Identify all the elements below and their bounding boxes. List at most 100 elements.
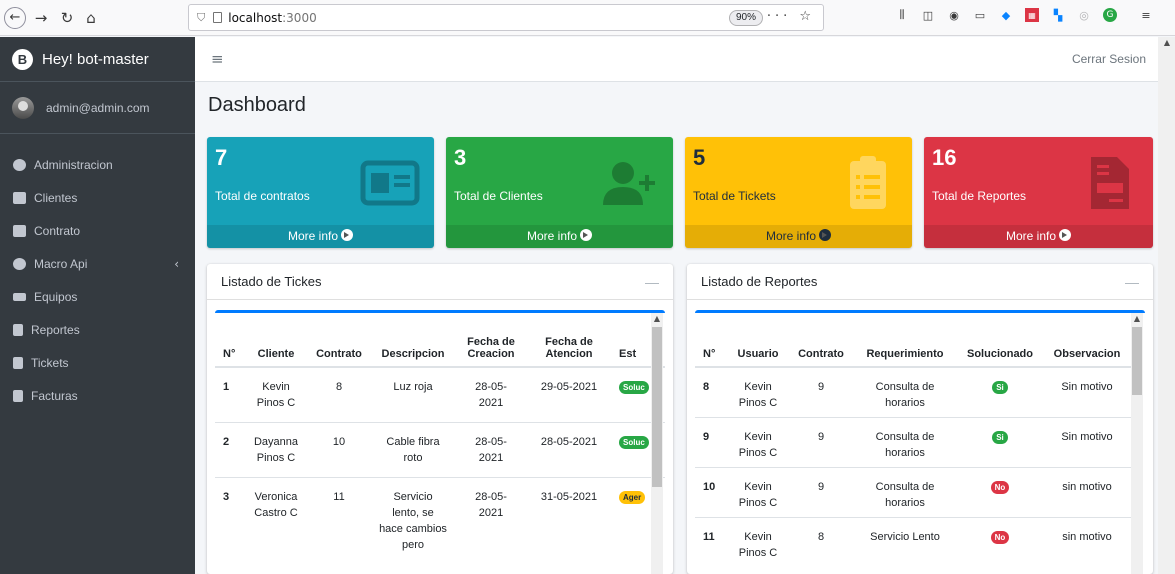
scroll-thumb[interactable] — [652, 327, 662, 487]
clipboard-icon — [13, 356, 23, 369]
column-header[interactable]: Fecha de Creacion — [455, 313, 527, 368]
cell-n: 3 — [215, 477, 245, 564]
tickets-card: Listado de Tickes — N° Cliente Contrato … — [207, 264, 673, 574]
page-title: Dashboard — [208, 94, 306, 116]
user-name[interactable]: admin@admin.com — [46, 101, 150, 115]
cell-observacion: Sin motivo — [1043, 417, 1131, 468]
cell-solucionado: Si — [957, 366, 1043, 418]
table-row[interactable]: 2 Dayanna Pinos C 10 Cable fibra roto 28… — [215, 422, 665, 478]
cell-n: 11 — [695, 517, 727, 567]
id-card-icon — [13, 224, 26, 237]
card-header: Listado de Reportes — — [687, 264, 1153, 300]
page-scrollbar[interactable]: ▲ — [1158, 37, 1175, 574]
more-info-link[interactable]: More info — [446, 225, 673, 248]
extensions-bar: ⫼ ◫ ◉ ▭ ◆ ▦ ▚ ◎ G ≡ — [895, 8, 1153, 22]
home-icon[interactable]: ⌂ — [80, 7, 102, 29]
brand-link[interactable]: B Hey! bot-master — [0, 37, 195, 82]
sidebar-menu: Administracion Clientes Contrato Macro A… — [0, 148, 195, 412]
cell-contrato: 9 — [789, 467, 853, 518]
table-scrollbar[interactable]: ▲ — [651, 313, 663, 574]
cell-contrato: 8 — [789, 517, 853, 567]
more-info-link[interactable]: More info — [924, 225, 1153, 248]
table-row[interactable]: 11 Kevin Pinos C 8 Servicio Lento No sin… — [695, 517, 1131, 567]
forward-arrow-icon[interactable]: → — [30, 7, 52, 29]
sidebar-item-clientes[interactable]: Clientes — [0, 181, 195, 214]
table-row[interactable]: 3 Veronica Castro C 11 Servicio lento, s… — [215, 477, 665, 564]
cell-observacion: sin motivo — [1043, 467, 1131, 518]
cell-usuario: Kevin Pinos C — [727, 417, 789, 468]
info-box-label: Total de Tickets — [693, 189, 776, 203]
reportes-table: N° Usuario Contrato Requerimiento Soluci… — [695, 313, 1131, 567]
sidebar-toggle-icon[interactable]: ◫ — [921, 8, 935, 22]
back-arrow-icon[interactable]: ← — [4, 6, 26, 29]
zoom-level-badge[interactable]: 90% — [728, 10, 763, 26]
card-title: Listado de Tickes — [221, 274, 322, 289]
table-row[interactable]: 1 Kevin Pinos C 8 Luz roja 28-05-2021 29… — [215, 366, 665, 423]
library-icon[interactable]: ⫼ — [895, 8, 909, 22]
sidebar-item-tickets[interactable]: Tickets — [0, 346, 195, 379]
reload-icon[interactable]: ↻ — [56, 7, 78, 29]
column-header[interactable]: Contrato — [307, 313, 371, 368]
extension-arrow-icon[interactable]: ◆ — [999, 8, 1013, 22]
page-actions[interactable]: ··· ☆ — [767, 9, 815, 24]
menu-icon[interactable]: ≡ — [1139, 8, 1153, 22]
cell-n: 1 — [215, 366, 245, 423]
chevron-left-icon[interactable]: ‹ — [174, 257, 179, 271]
more-info-link[interactable]: More info — [207, 225, 434, 248]
account-icon[interactable]: ◉ — [947, 8, 961, 22]
scroll-up-arrow-icon[interactable]: ▲ — [1131, 313, 1143, 325]
table-scrollbar[interactable]: ▲ — [1131, 313, 1143, 574]
extension-red-icon[interactable]: ▦ — [1025, 8, 1039, 22]
sidebar-item-reportes[interactable]: Reportes — [0, 313, 195, 346]
minimize-icon[interactable]: — — [1125, 274, 1139, 290]
sidebar-item-facturas[interactable]: Facturas — [0, 379, 195, 412]
column-header[interactable]: Solucionado — [957, 313, 1043, 368]
column-header[interactable]: Requerimiento — [853, 313, 957, 368]
info-box-number: 7 — [215, 145, 228, 170]
user-panel[interactable]: admin@admin.com — [0, 82, 195, 134]
scroll-up-arrow-icon[interactable]: ▲ — [651, 313, 663, 325]
extension-shield-icon[interactable]: ◎ — [1077, 8, 1091, 22]
column-header[interactable]: Observacion — [1043, 313, 1131, 368]
users-icon — [13, 191, 26, 204]
column-header[interactable]: Cliente — [245, 313, 307, 368]
sidebar-item-label: Tickets — [31, 355, 69, 370]
scroll-up-arrow-icon[interactable]: ▲ — [1161, 37, 1173, 49]
table-row[interactable]: 8 Kevin Pinos C 9 Consulta de horarios S… — [695, 366, 1131, 418]
sidebar-item-label: Clientes — [34, 190, 78, 205]
column-header[interactable]: Descripcion — [371, 313, 455, 368]
sidebar-item-equipos[interactable]: Equipos — [0, 280, 195, 313]
cell-contrato: 9 — [789, 366, 853, 418]
arrow-circle-right-icon — [819, 229, 832, 241]
scroll-thumb[interactable] — [1132, 327, 1142, 395]
brand-logo-icon: B — [12, 48, 33, 70]
sidebar-item-macro-api[interactable]: Macro Api ‹ — [0, 247, 195, 280]
sidebar-item-label: Administracion — [34, 157, 113, 172]
logout-link[interactable]: Cerrar Sesion — [1072, 52, 1146, 66]
table-row[interactable]: 9 Kevin Pinos C 9 Consulta de horarios S… — [695, 417, 1131, 468]
sidebar-item-contrato[interactable]: Contrato — [0, 214, 195, 247]
column-header[interactable]: N° — [215, 313, 245, 368]
table-row[interactable]: 10 Kevin Pinos C 9 Consulta de horarios … — [695, 467, 1131, 518]
column-header[interactable]: N° — [695, 313, 727, 368]
cell-descripcion: Luz roja — [371, 366, 455, 423]
reader-icon[interactable]: ▭ — [973, 8, 987, 22]
column-header[interactable]: Usuario — [727, 313, 789, 368]
file-invoice-icon — [1091, 157, 1129, 209]
address-bar[interactable]: ⛉ localhost:3000 90% ··· ☆ — [188, 4, 824, 31]
cell-contrato: 11 — [307, 477, 371, 564]
hamburger-menu-icon[interactable]: ≡ — [211, 50, 224, 68]
column-header[interactable]: Contrato — [789, 313, 853, 368]
column-header[interactable]: Fecha de Atencion — [527, 313, 611, 368]
extension-green-icon[interactable]: G — [1103, 8, 1117, 22]
tachometer-icon — [13, 158, 26, 171]
clipboard-list-icon — [850, 156, 886, 209]
shield-icon[interactable]: ⛉ — [197, 11, 205, 25]
page-icon — [213, 12, 223, 23]
sidebar-item-administracion[interactable]: Administracion — [0, 148, 195, 181]
info-box-label: Total de contratos — [215, 189, 310, 203]
url-text[interactable]: localhost:3000 — [228, 11, 316, 25]
minimize-icon[interactable]: — — [645, 274, 659, 290]
more-info-link[interactable]: More info — [685, 225, 912, 248]
extension-translate-icon[interactable]: ▚ — [1051, 8, 1065, 22]
